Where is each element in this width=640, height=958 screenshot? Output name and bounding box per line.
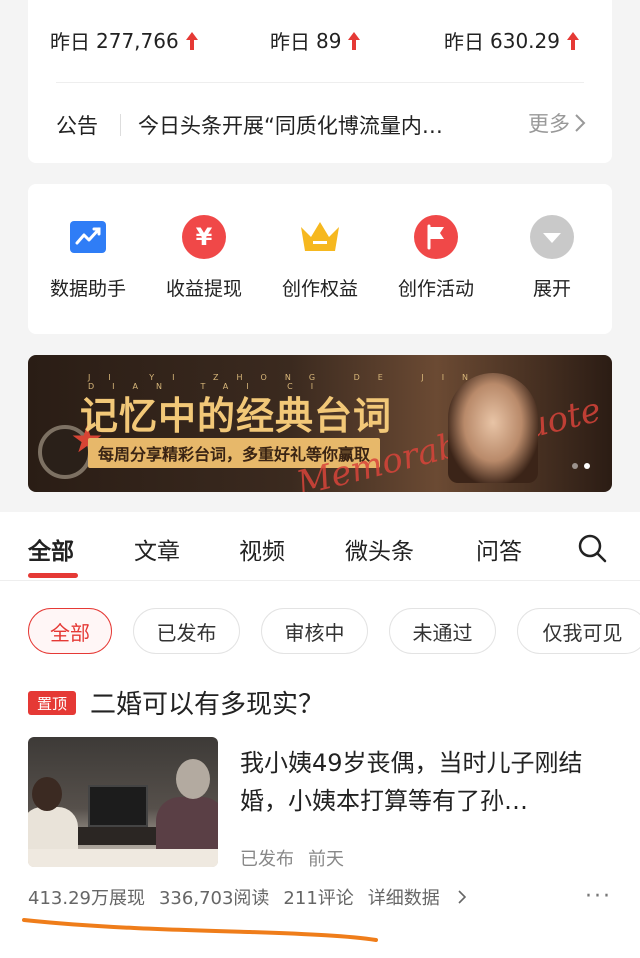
thumb-head-left xyxy=(32,777,62,811)
detail-label: 详细数据 xyxy=(367,888,440,909)
flag-icon xyxy=(413,214,459,260)
yesterday-stat-3[interactable]: 昨日 630.29 xyxy=(444,26,580,55)
yuan-icon: ¥ xyxy=(181,214,227,260)
tools-card: 数据助手 ¥ 收益提现 创作权益 创作活动 展开 xyxy=(28,184,612,334)
banner-portrait xyxy=(448,373,538,483)
arrow-up-icon xyxy=(347,31,361,51)
active-tab-indicator xyxy=(28,573,78,578)
tab-qa[interactable]: 问答 xyxy=(476,532,522,566)
tool-label: 创作权益 xyxy=(281,278,358,300)
tool-creator-rights[interactable]: 创作权益 xyxy=(265,214,375,301)
impressions-count: 413.29万展现 xyxy=(28,888,145,909)
tool-data-assistant[interactable]: 数据助手 xyxy=(33,214,143,301)
svg-text:¥: ¥ xyxy=(196,223,213,251)
tab-videos[interactable]: 视频 xyxy=(239,532,285,566)
chevron-right-icon xyxy=(575,114,586,132)
stat-label: 昨日 xyxy=(50,30,90,54)
article-time: 前天 xyxy=(308,849,344,870)
annotation-underline xyxy=(22,918,378,942)
tool-label: 收益提现 xyxy=(165,278,242,300)
filter-rejected[interactable]: 未通过 xyxy=(389,608,496,654)
tool-label: 创作活动 xyxy=(397,278,474,300)
tool-label: 展开 xyxy=(532,278,571,300)
article-meta: 已发布 前天 xyxy=(240,845,344,871)
yesterday-stat-1[interactable]: 昨日 277,766 xyxy=(50,26,199,55)
stats-card: 昨日 277,766 昨日 89 昨日 630.29 公告 今日头条开展“同质化博流量… xyxy=(28,0,612,163)
content-tabs: 全部 文章 视频 微头条 问答 xyxy=(0,512,640,581)
tool-creator-events[interactable]: 创作活动 xyxy=(381,214,491,301)
tab-micro-posts[interactable]: 微头条 xyxy=(345,532,414,566)
more-options-icon[interactable]: ··· xyxy=(585,884,612,909)
carousel-dot xyxy=(572,463,578,469)
thumb-person-right xyxy=(156,797,218,857)
banner-title: 记忆中的经典台词 xyxy=(80,393,393,438)
reads-count: 336,703阅读 xyxy=(158,888,270,909)
article-title[interactable]: 二婚可以有多现实？ xyxy=(90,684,324,721)
tab-articles[interactable]: 文章 xyxy=(134,532,180,566)
arrow-up-icon xyxy=(185,31,199,51)
pinned-badge: 置顶 xyxy=(28,691,76,715)
article-metrics: 413.29万展现 336,703阅读 211评论 详细数据 xyxy=(28,884,480,910)
chevron-down-icon xyxy=(529,214,575,260)
notice-divider xyxy=(120,114,121,136)
filter-all[interactable]: 全部 xyxy=(28,608,112,654)
filter-published[interactable]: 已发布 xyxy=(133,608,240,654)
chart-icon xyxy=(65,214,111,260)
stat-value: 89 xyxy=(316,28,342,53)
tool-expand[interactable]: 展开 xyxy=(497,214,607,301)
thumb-tv xyxy=(88,785,148,827)
carousel-indicator xyxy=(572,463,590,469)
tool-withdraw[interactable]: ¥ 收益提现 xyxy=(149,214,259,301)
filter-reviewing[interactable]: 审核中 xyxy=(261,608,368,654)
article-snippet[interactable]: 我小姨49岁丧偶，当时儿子刚结婚，小姨本打算等有了孙… xyxy=(240,744,610,820)
filter-private[interactable]: 仅我可见 xyxy=(517,608,640,654)
stat-label: 昨日 xyxy=(270,30,310,54)
divider xyxy=(56,82,584,83)
promo-banner[interactable]: JI YI ZHONG DE JING DIAN TAI CI 记忆中的经典台词… xyxy=(28,355,612,492)
more-label: 更多 xyxy=(528,112,570,136)
detail-data-link[interactable]: 详细数据 xyxy=(368,884,466,910)
stat-value: 277,766 xyxy=(96,28,179,53)
tab-all[interactable]: 全部 xyxy=(28,532,74,566)
stat-value: 630.29 xyxy=(490,28,560,53)
more-link[interactable]: 更多 xyxy=(528,108,586,138)
yesterday-stat-2[interactable]: 昨日 89 xyxy=(270,26,361,55)
notice-label: 公告 xyxy=(56,114,98,138)
arrow-up-icon xyxy=(566,31,580,51)
article-status: 已发布 xyxy=(240,849,294,870)
comments-count: 211评论 xyxy=(283,888,354,909)
stat-label: 昨日 xyxy=(444,30,484,54)
tool-label: 数据助手 xyxy=(49,278,126,300)
article-thumbnail[interactable] xyxy=(28,737,218,867)
thumb-sofa xyxy=(28,849,218,867)
notice-text[interactable]: 今日头条开展“同质化博流量内… xyxy=(138,110,488,140)
thumb-head-right xyxy=(176,759,210,799)
search-icon[interactable] xyxy=(576,532,608,568)
chevron-right-icon xyxy=(458,890,466,904)
crown-icon xyxy=(297,214,343,260)
content-list: 全部 文章 视频 微头条 问答 全部 已发布 审核中 未通过 仅我可见 置顶 二… xyxy=(0,512,640,958)
carousel-dot-active xyxy=(584,463,590,469)
